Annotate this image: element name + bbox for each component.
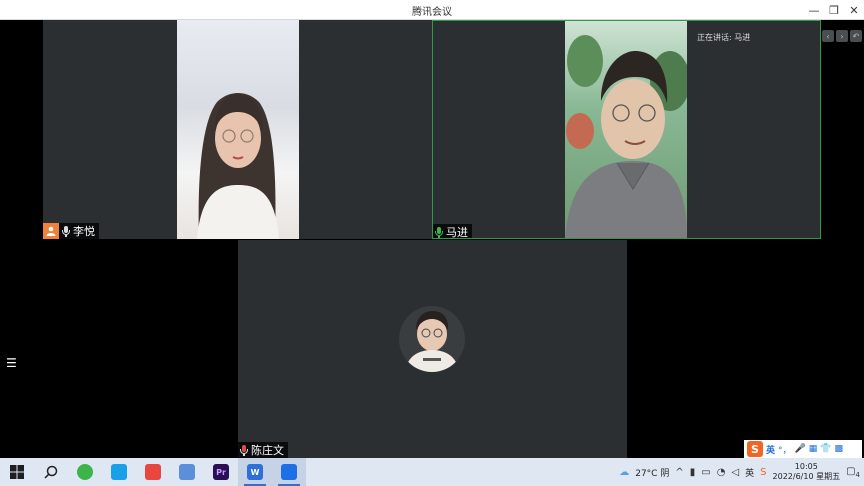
taskbar: Pr W ☁ 27°C 阴 ^ ▮ ▭ ◔ ◁ 英 S 10:05 2022/6… <box>0 458 864 486</box>
minimize-button[interactable]: — <box>806 2 822 18</box>
system-tray: ☁ 27°C 阴 ^ ▮ ▭ ◔ ◁ 英 S 10:05 2022/6/10 星… <box>619 458 864 486</box>
window-title: 腾讯会议 <box>412 7 452 18</box>
search-icon[interactable] <box>34 458 68 486</box>
speaking-indicator: 正在讲话: 马进 <box>697 33 751 42</box>
participant-avatar <box>399 306 465 372</box>
ime-lang-toggle[interactable]: 英 <box>766 443 775 456</box>
mic-active-icon <box>435 227 443 238</box>
participant-tile-liyue[interactable]: 李悦 <box>43 20 432 239</box>
participant-name-tag: 李悦 <box>43 223 99 239</box>
premiere-icon[interactable]: Pr <box>204 458 238 486</box>
restore-button[interactable]: ❐ <box>826 2 842 18</box>
clock-time: 10:05 <box>794 462 818 471</box>
meeting-app: 腾讯会议 — ❐ ✕ 李悦 马进 正在讲话: 马进 ‹ › ↶ 陈庄文 ☰ S … <box>0 0 864 486</box>
participant-name: 马进 <box>446 226 468 239</box>
avatar-image <box>405 311 459 372</box>
volume-icon[interactable]: ◁ <box>731 467 739 478</box>
monitor-icon[interactable] <box>170 458 204 486</box>
ime-skin-icon[interactable]: 👕 <box>820 444 831 454</box>
battery-icon[interactable]: ▭ <box>701 467 710 478</box>
ime-voice-icon[interactable]: 🎤 <box>795 444 806 454</box>
notification-icon[interactable]: ▢4 <box>846 466 860 479</box>
participant-name: 陈庄文 <box>251 444 284 457</box>
ime-keyboard-icon[interactable]: ▦ <box>809 444 818 454</box>
sogou-tray-icon[interactable]: S <box>760 467 766 478</box>
ime-punct-icon[interactable]: °， <box>778 443 792 456</box>
participant-tile-majin[interactable]: 马进 <box>432 20 821 239</box>
prev-page-icon[interactable]: ‹ <box>822 30 834 42</box>
start-icon[interactable] <box>0 458 34 486</box>
participant-name-tag: 陈庄文 <box>238 442 288 458</box>
clock[interactable]: 10:05 2022/6/10 星期五 <box>773 462 841 482</box>
participant-video-frame <box>197 93 279 239</box>
participant-video <box>177 20 299 239</box>
wifi-icon[interactable]: ◔ <box>717 467 726 478</box>
notification-count: 4 <box>855 470 860 479</box>
bilibili-icon[interactable] <box>102 458 136 486</box>
usb-icon[interactable]: ▮ <box>690 467 696 478</box>
app-red-icon[interactable] <box>136 458 170 486</box>
participant-name: 李悦 <box>73 225 95 238</box>
chevron-up-icon[interactable]: ^ <box>675 467 683 478</box>
exit-fullscreen-icon[interactable]: ↶ <box>850 30 862 42</box>
participant-video <box>565 21 687 238</box>
title-bar: 腾讯会议 — ❐ ✕ <box>0 0 864 20</box>
close-button[interactable]: ✕ <box>846 2 862 18</box>
host-badge-icon <box>43 223 59 239</box>
video-stage: 李悦 马进 正在讲话: 马进 ‹ › ↶ 陈庄文 ☰ S 英 °， 🎤 ▦ 👕 … <box>0 20 864 458</box>
view-tools: ‹ › ↶ <box>822 30 862 42</box>
ime-indicator[interactable]: 英 <box>745 466 754 479</box>
ime-toolbar[interactable]: S 英 °， 🎤 ▦ 👕 ▩ <box>744 440 862 458</box>
mic-muted-icon <box>240 445 248 456</box>
mic-muted-icon <box>62 226 70 237</box>
sogou-logo-icon: S <box>747 441 763 457</box>
tencent-meeting-icon[interactable] <box>272 458 306 486</box>
ime-toolbox-icon[interactable]: ▩ <box>834 444 843 454</box>
browser-icon[interactable] <box>68 458 102 486</box>
next-page-icon[interactable]: › <box>836 30 848 42</box>
participant-tile-chenzhuangwen[interactable]: 陈庄文 <box>238 240 627 458</box>
weather-text[interactable]: 27°C 阴 <box>635 466 669 479</box>
weather-icon[interactable]: ☁ <box>619 467 629 478</box>
clock-date: 2022/6/10 星期五 <box>772 472 841 481</box>
wps-icon[interactable]: W <box>238 458 272 486</box>
participant-name-tag: 马进 <box>433 224 472 239</box>
participant-video-frame <box>565 35 687 238</box>
participant-list-toggle-icon[interactable]: ☰ <box>6 356 20 370</box>
